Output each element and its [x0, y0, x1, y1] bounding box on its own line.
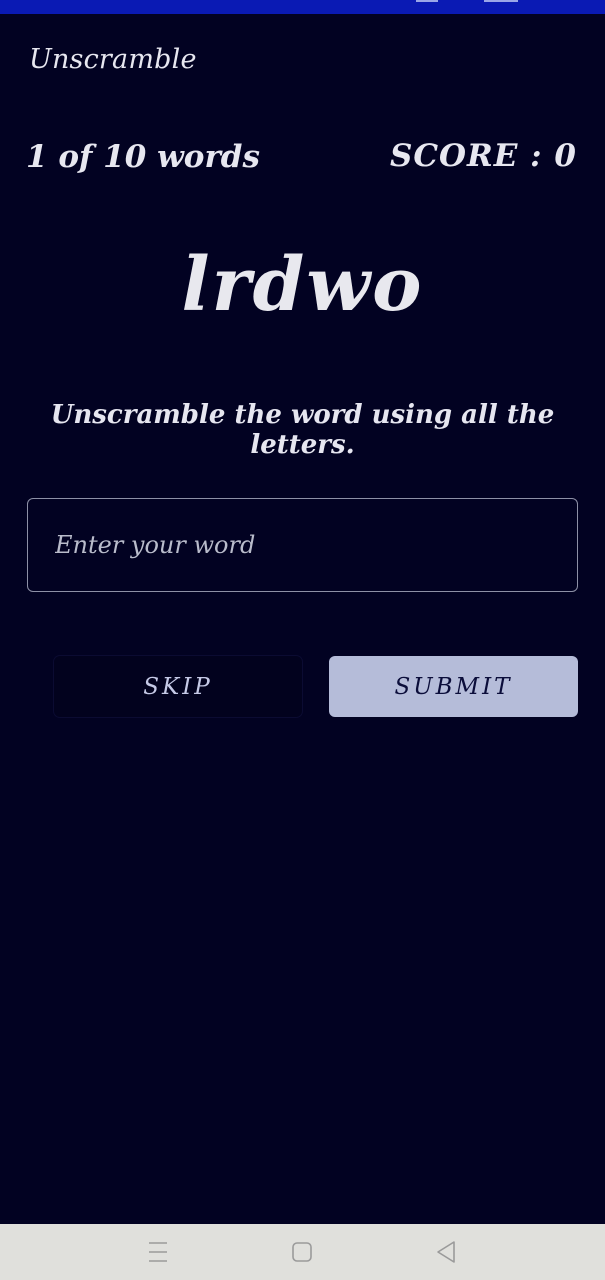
triangle-back-icon: [437, 1241, 455, 1263]
menu-lines-icon: [149, 1242, 167, 1262]
score-label: SCORE : 0: [389, 138, 577, 174]
system-nav-bar: [0, 1224, 605, 1280]
skip-button[interactable]: SKIP: [54, 656, 302, 717]
status-icons-fragment: [484, 0, 518, 2]
back-button[interactable]: [406, 1224, 486, 1280]
status-clock-fragment: [416, 0, 438, 2]
instructions-text: Unscramble the word using all the letter…: [50, 400, 555, 460]
skip-button-label: SKIP: [143, 673, 213, 700]
submit-button[interactable]: SUBMIT: [329, 656, 578, 717]
word-progress: 1 of 10 words: [26, 139, 260, 175]
home-button[interactable]: [262, 1224, 342, 1280]
word-input[interactable]: [27, 498, 578, 592]
app-screen: Unscramble 1 of 10 words SCORE : 0 lrdwo…: [0, 14, 605, 1224]
submit-button-label: SUBMIT: [394, 673, 513, 700]
recents-button[interactable]: [118, 1224, 198, 1280]
app-title: Unscramble: [29, 44, 197, 75]
scrambled-word: lrdwo: [181, 242, 424, 328]
square-home-icon: [292, 1242, 312, 1262]
status-bar: [0, 0, 605, 14]
